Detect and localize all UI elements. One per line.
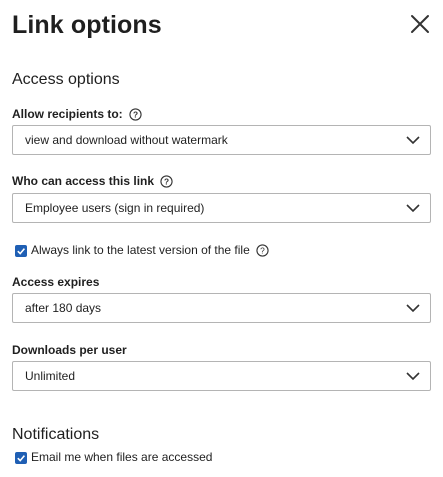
latest-version-row: Always link to the latest version of the… (15, 243, 269, 258)
email-me-row: Email me when files are accessed (15, 450, 212, 465)
chevron-down-icon (406, 372, 420, 381)
allow-recipients-value: view and download without watermark (25, 133, 228, 147)
chevron-down-icon (406, 304, 420, 313)
notifications-heading: Notifications (12, 426, 100, 443)
access-expires-value: after 180 days (25, 301, 102, 315)
help-icon[interactable]: ? (160, 174, 173, 188)
latest-version-label: Always link to the latest version of the… (31, 243, 250, 257)
downloads-per-user-select[interactable]: Unlimited (12, 361, 431, 391)
chevron-down-icon (406, 136, 420, 145)
allow-recipients-label: Allow recipients to: ? (12, 106, 142, 122)
allow-recipients-label-text: Allow recipients to: (12, 107, 123, 121)
downloads-per-user-label-text: Downloads per user (12, 343, 127, 357)
access-expires-label-text: Access expires (12, 275, 100, 289)
email-me-label: Email me when files are accessed (31, 450, 213, 464)
help-icon[interactable]: ? (256, 244, 269, 257)
checkmark-icon (17, 247, 26, 255)
chevron-down-icon (406, 204, 420, 213)
who-can-access-select[interactable]: Employee users (sign in required) (12, 193, 431, 223)
dialog-title: Link options (12, 11, 162, 39)
email-me-checkbox[interactable] (15, 451, 27, 464)
svg-text:?: ? (164, 176, 169, 186)
downloads-per-user-value: Unlimited (25, 369, 76, 383)
downloads-per-user-label: Downloads per user (12, 342, 127, 358)
who-can-access-label-text: Who can access this link (12, 174, 155, 188)
link-options-dialog: Link options Access options Allow recipi… (0, 0, 443, 477)
latest-version-checkbox[interactable] (15, 244, 27, 257)
who-can-access-value: Employee users (sign in required) (25, 201, 205, 215)
access-expires-label: Access expires (12, 274, 99, 290)
close-icon (411, 15, 429, 33)
access-expires-select[interactable]: after 180 days (12, 293, 431, 323)
access-options-heading: Access options (12, 71, 120, 88)
svg-text:?: ? (260, 246, 265, 256)
allow-recipients-select[interactable]: view and download without watermark (12, 125, 431, 155)
who-can-access-label: Who can access this link ? (12, 173, 173, 189)
close-button[interactable] (408, 12, 432, 36)
help-icon[interactable]: ? (129, 107, 142, 121)
checkmark-icon (17, 454, 26, 462)
svg-text:?: ? (133, 109, 138, 119)
